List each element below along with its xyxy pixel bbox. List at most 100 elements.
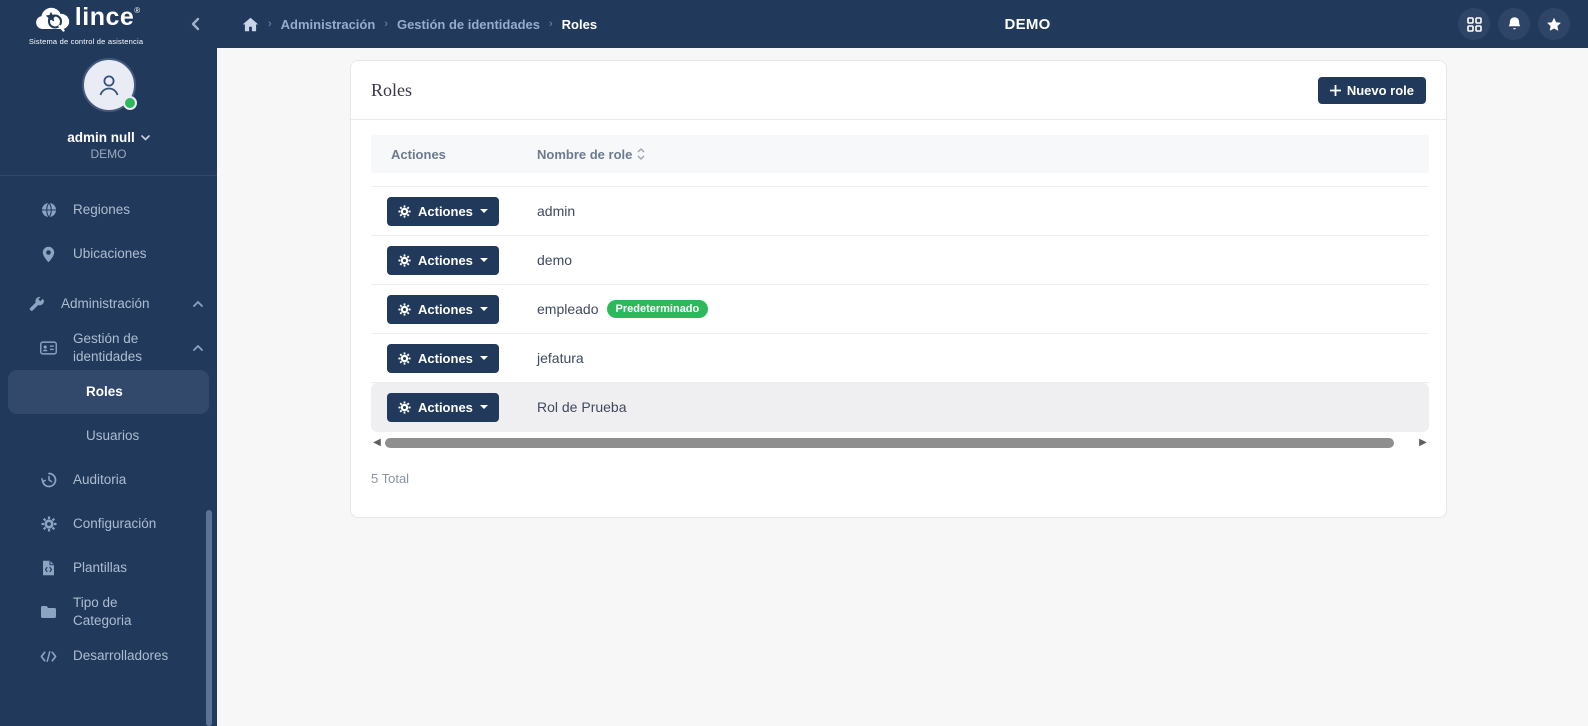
apps-grid-button[interactable]	[1458, 8, 1490, 40]
user-name: admin null	[67, 130, 135, 145]
breadcrumb-item-administracion[interactable]: Administración	[281, 17, 376, 32]
sidebar-item-label: Gestión de identidades	[73, 331, 143, 364]
scroll-right-arrow[interactable]: ▶	[1417, 435, 1429, 450]
total-count: 5 Total	[371, 471, 410, 486]
chevron-up-icon	[193, 301, 203, 307]
role-name-cell: Rol de Prueba	[537, 399, 627, 415]
role-name-cell: admin	[537, 203, 575, 219]
scrollbar-track[interactable]	[385, 437, 1415, 448]
role-name: empleado	[537, 301, 599, 317]
gear-icon	[398, 400, 411, 414]
sidebar-item-desarrolladores[interactable]: Desarrolladores	[0, 634, 217, 678]
sidebar-item-label: Administración	[61, 296, 150, 311]
card-body: Actiones Nombre de role Actiones admin A…	[351, 120, 1446, 486]
sidebar-item-label: Configuración	[73, 516, 157, 531]
row-actions-label: Actiones	[418, 203, 473, 219]
sidebar-item-regiones[interactable]: Regiones	[0, 188, 217, 232]
row-actions-dropdown[interactable]: Actiones	[387, 245, 499, 275]
table-row: Actiones jefatura	[371, 334, 1429, 383]
apps-grid-icon	[1466, 16, 1482, 32]
table-header: Actiones Nombre de role	[371, 135, 1429, 173]
roles-card: Roles Nuevo role Actiones Nombre de role	[350, 60, 1447, 518]
online-status-dot	[122, 96, 137, 110]
sidebar-collapse-button[interactable]	[190, 17, 200, 31]
new-role-button-label: Nuevo role	[1346, 82, 1414, 98]
code-icon	[40, 650, 57, 663]
row-actions-dropdown[interactable]: Actiones	[387, 343, 499, 373]
bell-icon	[1507, 16, 1522, 32]
card-header: Roles Nuevo role	[351, 61, 1446, 120]
role-name: admin	[537, 203, 576, 219]
sidebar-item-auditoria[interactable]: Auditoria	[0, 458, 217, 502]
caret-down-icon	[479, 209, 488, 213]
horizontal-scrollbar: ◀ ▶	[371, 435, 1429, 450]
lince-cloud-logo-icon	[32, 5, 72, 35]
breadcrumb-item-roles: Roles	[561, 16, 598, 32]
column-header-name[interactable]: Nombre de role	[537, 147, 645, 162]
scroll-left-arrow[interactable]: ◀	[371, 435, 383, 450]
environment-title: DEMO	[1004, 15, 1051, 33]
caret-down-icon	[479, 258, 488, 262]
history-icon	[40, 472, 57, 488]
user-block: admin null DEMO	[0, 48, 217, 176]
scrollbar-thumb[interactable]	[385, 437, 1395, 448]
sidebar-item-label: Ubicaciones	[73, 246, 147, 261]
sidebar-group-gestion-identidades[interactable]: Gestión de identidades	[0, 326, 217, 370]
table-row: Actiones Rol de Prueba	[371, 383, 1429, 432]
folder-icon	[40, 605, 57, 619]
id-card-icon	[40, 341, 57, 355]
brand-logo[interactable]: lince ® Sistema de control de asistencia	[0, 3, 172, 46]
role-name: demo	[537, 252, 573, 268]
new-role-button[interactable]: Nuevo role	[1317, 76, 1426, 104]
brand-name: lince	[74, 2, 135, 31]
user-menu[interactable]: admin null	[67, 130, 150, 145]
wrench-icon	[28, 296, 45, 312]
sidebar-item-label: Auditoria	[73, 472, 127, 487]
brand-tagline: Sistema de control de asistencia	[28, 36, 144, 46]
home-icon[interactable]	[242, 17, 259, 32]
sidebar-item-tipo-categoria[interactable]: Tipo de Categoria	[0, 590, 217, 634]
sidebar-group-administracion[interactable]: Administración	[0, 282, 217, 326]
caret-down-icon	[479, 405, 488, 409]
sidebar: admin null DEMO Regiones Ubicaciones Adm…	[0, 48, 217, 726]
gear-icon	[40, 516, 57, 532]
breadcrumb-separator: ›	[268, 18, 272, 30]
sidebar-item-label: Plantillas	[73, 560, 128, 575]
column-header-actions: Actiones	[391, 146, 446, 162]
main-content: Roles Nuevo role Actiones Nombre de role	[217, 48, 1588, 726]
breadcrumb: › Administración › Gestión de identidade…	[242, 17, 597, 32]
navbar-actions	[1458, 8, 1570, 40]
sidebar-item-roles[interactable]: Roles	[8, 370, 209, 414]
star-icon	[1546, 17, 1562, 32]
gear-icon	[398, 253, 411, 267]
row-actions-label: Actiones	[418, 399, 473, 415]
sidebar-item-label: Roles	[86, 384, 123, 399]
favorites-button[interactable]	[1538, 8, 1570, 40]
sidebar-item-usuarios[interactable]: Usuarios	[0, 414, 217, 458]
role-name: Rol de Prueba	[537, 399, 627, 415]
breadcrumb-separator: ›	[549, 18, 553, 30]
sidebar-item-plantillas[interactable]: Plantillas	[0, 546, 217, 590]
notifications-button[interactable]	[1498, 8, 1530, 40]
row-actions-dropdown[interactable]: Actiones	[387, 392, 499, 422]
row-actions-label: Actiones	[418, 252, 473, 268]
sidebar-item-ubicaciones[interactable]: Ubicaciones	[0, 232, 217, 276]
globe-icon	[40, 202, 57, 218]
breadcrumb-item-gestion-identidades[interactable]: Gestión de identidades	[397, 17, 540, 32]
sort-icon	[637, 148, 645, 160]
row-actions-dropdown[interactable]: Actiones	[387, 196, 499, 226]
row-actions-label: Actiones	[418, 301, 473, 317]
map-pin-icon	[40, 246, 57, 263]
table-row: Actiones admin	[371, 187, 1429, 236]
sidebar-scrollbar[interactable]	[206, 510, 212, 726]
table-row: Actiones empleado Predeterminado	[371, 285, 1429, 334]
row-actions-label: Actiones	[418, 350, 473, 366]
caret-down-icon	[479, 356, 488, 360]
default-role-badge: Predeterminado	[606, 300, 709, 318]
breadcrumb-separator: ›	[384, 18, 388, 30]
file-code-icon	[40, 560, 57, 576]
role-name: jefatura	[537, 350, 584, 366]
sidebar-item-configuracion[interactable]: Configuración	[0, 502, 217, 546]
row-actions-dropdown[interactable]: Actiones	[387, 294, 499, 324]
chevron-up-icon	[193, 345, 203, 351]
